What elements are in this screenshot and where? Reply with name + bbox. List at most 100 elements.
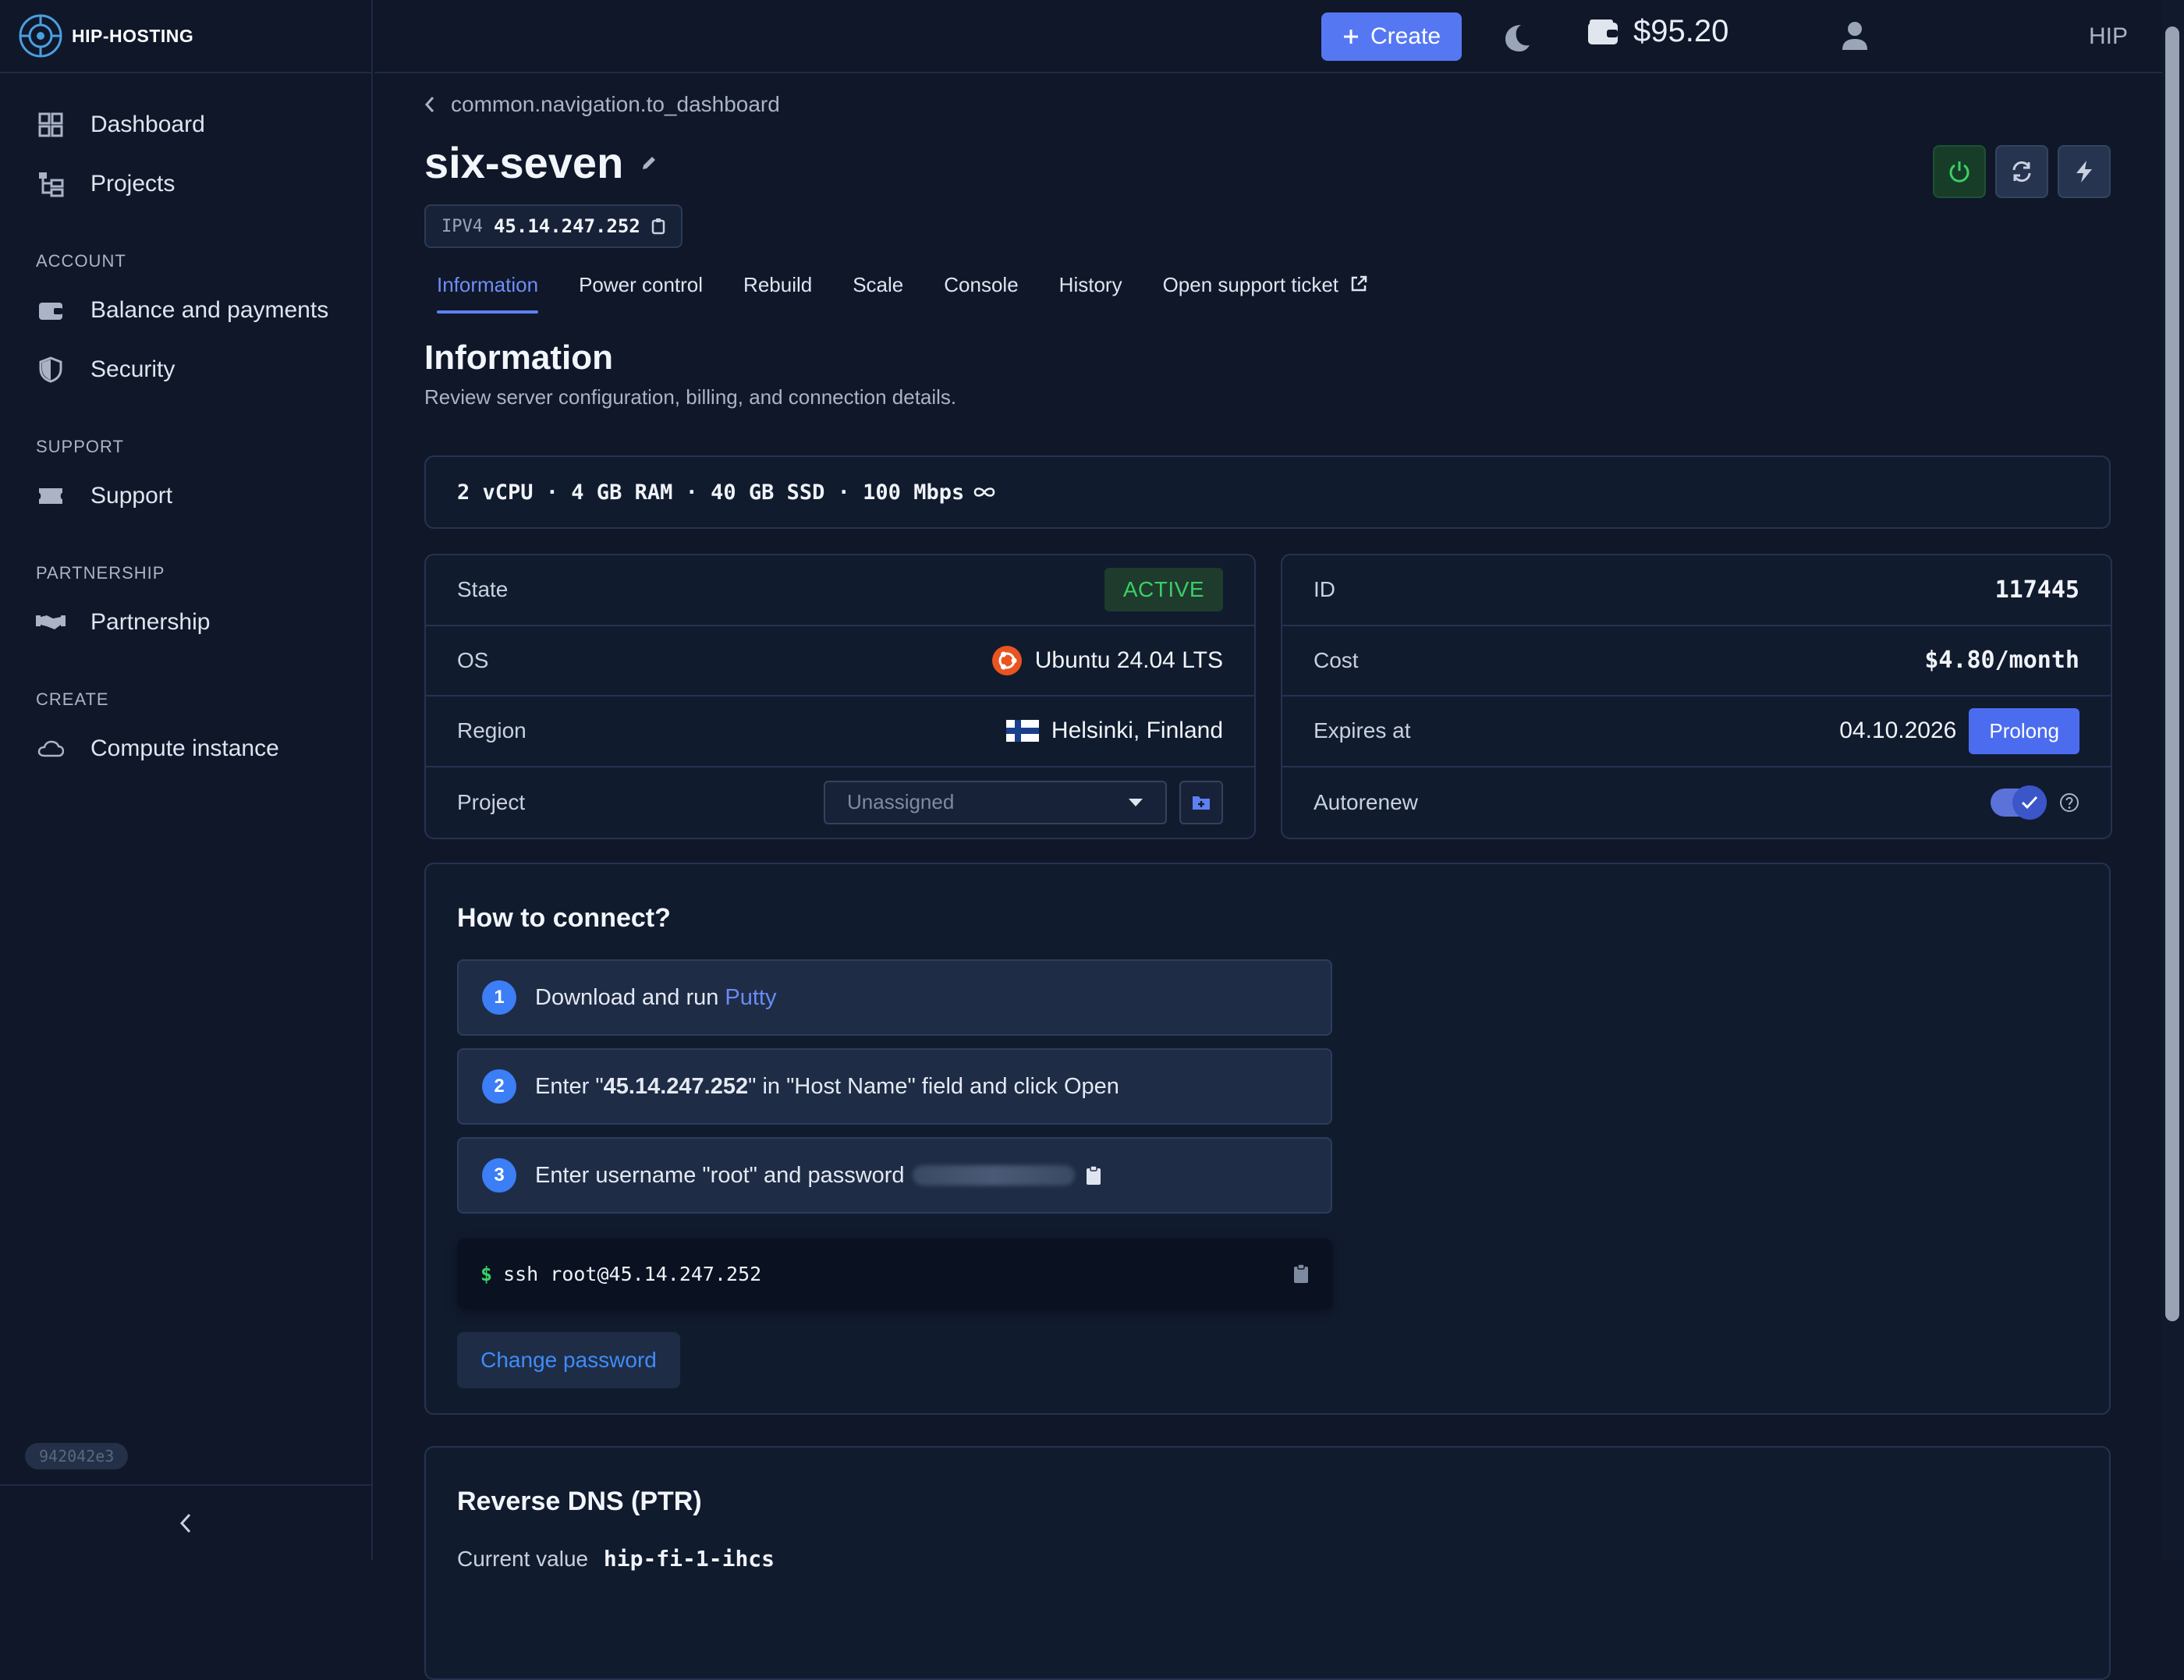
id-row: ID 117445 [1282, 555, 2111, 626]
sidebar-item-label: Partnership [90, 609, 211, 635]
tab-console[interactable]: Console [931, 268, 1030, 314]
os-value-group: Ubuntu 24.04 LTS [991, 645, 1223, 676]
os-value: Ubuntu 24.04 LTS [1034, 647, 1223, 673]
step-ip: 45.14.247.252 [603, 1073, 749, 1099]
moon-icon[interactable] [1501, 22, 1532, 53]
server-name: six-seven [424, 138, 624, 187]
create-button[interactable]: Create [1321, 12, 1462, 61]
step-text-pre: Enter " [535, 1073, 604, 1099]
wallet-icon [36, 296, 66, 325]
shield-icon [36, 355, 66, 385]
external-link-icon [1351, 275, 1367, 292]
tab-label: Open support ticket [1162, 273, 1339, 296]
sidebar-item-label: Dashboard [90, 112, 205, 137]
putty-link[interactable]: Putty [725, 985, 776, 1011]
connect-step-2: 2 Enter " 45.14.247.252 " in "Host Name" f… [457, 1048, 1332, 1125]
step-text: Enter username "root" and password [535, 1162, 905, 1188]
sidebar-item-security[interactable]: Security [0, 340, 371, 399]
clipboard-icon[interactable] [1293, 1264, 1309, 1284]
ip-value: 45.14.247.252 [493, 215, 640, 237]
finland-flag-icon [1005, 720, 1039, 743]
project-row: Project Unassigned [426, 767, 1254, 838]
brand-logo-icon [19, 14, 62, 58]
sidebar-nav: Dashboard Projects ACCOUNT Balance and p… [0, 73, 371, 778]
sidebar-item-support[interactable]: Support [0, 466, 371, 526]
expires-group: 04.10.2026 Prolong [1839, 707, 2079, 754]
restart-button[interactable] [1995, 145, 2048, 198]
step-text-post: " in "Host Name" field and click Open [748, 1073, 1119, 1099]
section-partnership: PARTNERSHIP [36, 563, 165, 583]
sidebar-item-label: Security [90, 356, 176, 382]
tab-scale[interactable]: Scale [840, 268, 916, 314]
ticket-icon [36, 481, 66, 511]
prompt-symbol: $ [480, 1262, 493, 1285]
billing-details-table: ID 117445 Cost $4.80/month Expires at 04… [1281, 554, 2112, 839]
brand-name: HIP-HOSTING [72, 25, 194, 46]
sidebar-item-dashboard[interactable]: Dashboard [0, 95, 371, 154]
chevron-left-icon [179, 1513, 191, 1533]
sidebar-item-compute-instance[interactable]: Compute instance [0, 719, 371, 778]
edit-pencil-icon[interactable] [640, 154, 658, 172]
region-value: Helsinki, Finland [1051, 718, 1223, 744]
ssh-command: ssh root@45.14.247.252 [503, 1262, 762, 1285]
connect-title: How to connect? [457, 903, 671, 933]
os-label: OS [457, 647, 489, 672]
balance-display[interactable]: $95.20 [1587, 14, 1728, 49]
section-create: CREATE [36, 689, 109, 709]
version-badge: 942042e3 [25, 1443, 129, 1469]
back-to-dashboard-link[interactable]: common.navigation.to_dashboard [424, 92, 780, 117]
topbar: Create $95.20 HIP [374, 0, 2162, 73]
power-button[interactable] [1933, 145, 1986, 198]
collapse-sidebar-button[interactable] [0, 1484, 371, 1560]
plus-icon [1343, 30, 1358, 44]
ip-address-chip[interactable]: IPV4 45.14.247.252 [424, 204, 682, 248]
cost-row: Cost $4.80/month [1282, 626, 2111, 696]
autorenew-toggle[interactable] [1991, 785, 2047, 820]
hidden-password[interactable] [912, 1165, 1075, 1186]
project-select-value: Unassigned [847, 790, 955, 814]
os-row: OS Ubuntu 24.04 LTS [426, 626, 1254, 696]
sidebar-item-balance[interactable]: Balance and payments [0, 281, 371, 340]
tab-rebuild[interactable]: Rebuild [731, 268, 824, 314]
folder-plus-icon [1193, 796, 1210, 810]
dashboard-icon [36, 110, 66, 140]
tab-information[interactable]: Information [424, 268, 551, 314]
id-label: ID [1314, 577, 1335, 602]
cloud-icon [36, 734, 66, 764]
connect-step-1: 1 Download and run Putty [457, 959, 1332, 1036]
autorenew-controls [1991, 785, 2079, 820]
tab-history[interactable]: History [1047, 268, 1135, 314]
balance-value: $95.20 [1633, 14, 1729, 48]
tab-open-support-ticket[interactable]: Open support ticket [1150, 268, 1381, 314]
user-icon[interactable] [1841, 20, 1869, 51]
prolong-button[interactable]: Prolong [1969, 707, 2079, 754]
rdns-current-value: hip-fi-1-ihcs [603, 1546, 775, 1572]
sidebar-item-label: Projects [90, 171, 176, 197]
how-to-connect-card: How to connect? 1 Download and run Putty… [424, 863, 2111, 1415]
add-project-button[interactable] [1179, 780, 1223, 824]
section-account: ACCOUNT [36, 251, 126, 271]
sidebar-item-partnership[interactable]: Partnership [0, 593, 371, 652]
step-number: 2 [482, 1069, 516, 1104]
tab-power-control[interactable]: Power control [566, 268, 715, 314]
rdns-title: Reverse DNS (PTR) [457, 1487, 702, 1516]
page-title: six-seven [424, 137, 658, 188]
force-action-button[interactable] [2058, 145, 2111, 198]
sidebar: HIP-HOSTING Dashboard Projects ACCOUNT B… [0, 0, 373, 1560]
clipboard-icon[interactable] [1086, 1165, 1101, 1186]
help-icon[interactable] [2059, 792, 2079, 813]
autorenew-label: Autorenew [1314, 789, 1418, 814]
back-link-label: common.navigation.to_dashboard [451, 92, 780, 116]
section-heading: Information [424, 338, 613, 377]
ssh-command-box: $ ssh root@45.14.247.252 [457, 1239, 1332, 1309]
sidebar-item-projects[interactable]: Projects [0, 154, 371, 214]
section-subheading: Review server configuration, billing, an… [424, 385, 957, 409]
region-row: Region Helsinki, Finland [426, 696, 1254, 767]
change-password-button[interactable]: Change password [457, 1332, 680, 1388]
project-select[interactable]: Unassigned [824, 780, 1167, 824]
cost-label: Cost [1314, 647, 1359, 672]
copy-icon[interactable] [651, 218, 665, 235]
user-menu-label[interactable]: HIP [2089, 23, 2128, 50]
caret-down-icon [1129, 798, 1143, 806]
scrollbar-thumb[interactable] [2165, 27, 2179, 1321]
